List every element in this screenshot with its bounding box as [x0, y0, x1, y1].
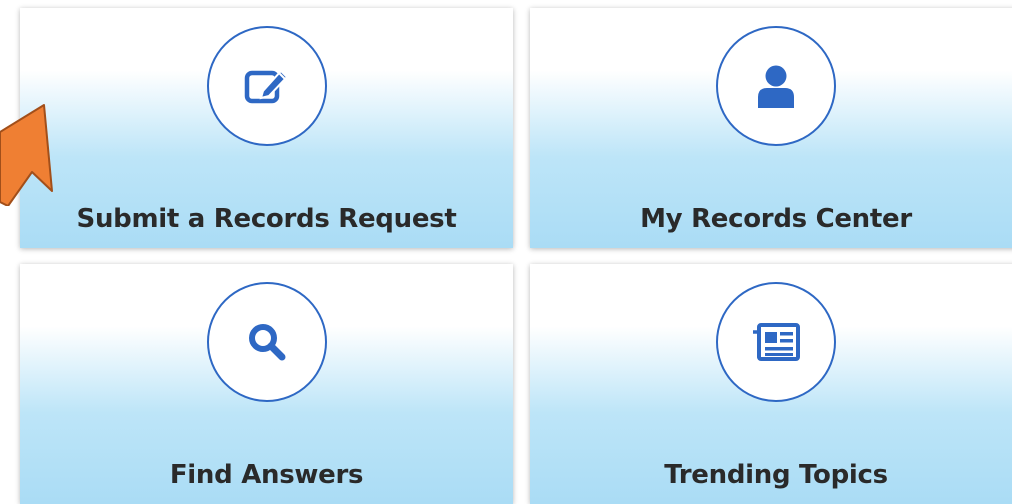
tile-label: My Records Center [640, 204, 912, 234]
tile-label: Submit a Records Request [76, 204, 457, 234]
newspaper-icon [753, 323, 800, 361]
icon-circle [716, 26, 836, 146]
tile-submit-records-request[interactable]: Submit a Records Request [20, 8, 513, 248]
tile-label: Trending Topics [664, 460, 888, 490]
user-icon [758, 65, 794, 108]
tile-my-records-center[interactable]: My Records Center [530, 8, 1012, 248]
tile-find-answers[interactable]: Find Answers [20, 264, 513, 504]
icon-circle [206, 26, 327, 146]
icon-circle [206, 282, 327, 402]
edit-icon [244, 69, 288, 104]
search-icon [248, 324, 285, 361]
tile-label: Find Answers [169, 460, 364, 490]
tile-trending-topics[interactable]: Trending Topics [530, 264, 1012, 504]
icon-circle [716, 282, 836, 402]
